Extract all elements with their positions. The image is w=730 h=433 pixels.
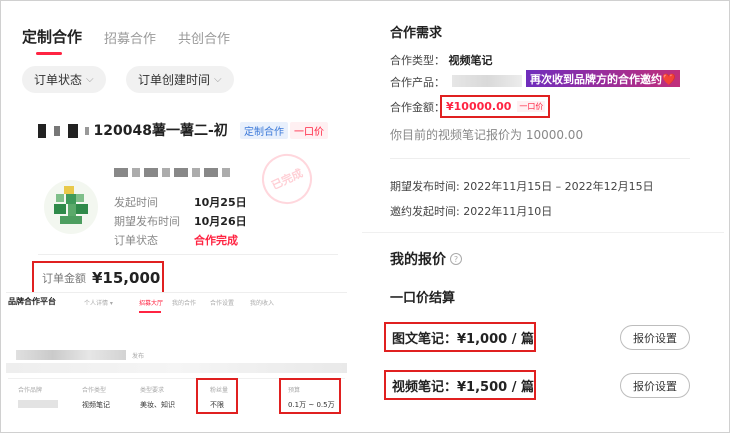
publish-time-label: 期望发布时间 bbox=[114, 215, 180, 228]
order-title: 120048薯一薯二-初 bbox=[38, 120, 228, 140]
order-amount-value: ¥15,000 bbox=[92, 268, 161, 287]
chevron-down-icon: ⌵ bbox=[86, 74, 94, 85]
video-note-price-settings-button[interactable]: 报价设置 bbox=[620, 373, 690, 398]
redaction-mark bbox=[84, 127, 89, 135]
active-nav-indicator bbox=[139, 311, 161, 313]
completed-stamp: 已完成 bbox=[253, 145, 321, 213]
image-note-price-settings-button[interactable]: 报价设置 bbox=[620, 325, 690, 350]
avatar-pixel bbox=[56, 194, 64, 202]
requirement-title: 合作需求 bbox=[390, 26, 443, 41]
col-brand-header: 合作品牌 bbox=[18, 387, 43, 394]
platform-title: 品牌合作平台 bbox=[8, 297, 56, 306]
video-note-label: 视频笔记： bbox=[392, 379, 458, 395]
fixed-price-tag: 一口价 bbox=[517, 101, 546, 112]
settlement-subtitle: 一口价结算 bbox=[390, 291, 456, 306]
image-note-price: ¥1,000 / 篇 bbox=[457, 331, 534, 347]
nav-personal-detail[interactable]: 个人详情 ▾ bbox=[84, 298, 113, 307]
divider bbox=[390, 158, 690, 159]
cooperation-amount-value: ¥10000.00 bbox=[446, 100, 512, 113]
order-panel: 定制合作 招募合作 共创合作 订单状态 ⌵ 订单创建时间 ⌵ 120048薯一薯… bbox=[6, 6, 347, 296]
col-type: 合作类型 视频笔记 bbox=[82, 385, 110, 410]
avatar-pixel bbox=[76, 194, 84, 202]
publish-time-value: 10月26日 bbox=[194, 215, 247, 228]
redaction-mark bbox=[38, 124, 46, 138]
cooperation-product-row: 合作产品： bbox=[390, 74, 445, 90]
fixed-price-badge: 一口价 bbox=[290, 122, 328, 139]
avatar-pixel bbox=[64, 186, 74, 194]
image-note-price-highlight: 图文笔记： ¥1,000 / 篇 bbox=[384, 322, 536, 352]
order-amount-label: 订单金额 bbox=[42, 271, 86, 285]
launch-time-value: 10月25日 bbox=[194, 196, 247, 209]
publish-time-row: 期望发布时间 10月26日 bbox=[114, 213, 247, 229]
avatar-pixel bbox=[66, 194, 76, 204]
nav-my-cooperation[interactable]: 我的合作 bbox=[172, 298, 196, 307]
cooperation-amount-label: 合作金额： bbox=[390, 101, 445, 114]
quote-panel: 我的报价 ? 一口价结算 图文笔记： ¥1,000 / 篇 报价设置 视频笔记：… bbox=[362, 232, 724, 425]
current-quote-note: 你目前的视频笔记报价为 10000.00 bbox=[390, 128, 584, 142]
followers-highlight bbox=[196, 378, 238, 414]
avatar-pixel bbox=[76, 204, 88, 214]
tab-recruit-cooperation[interactable]: 招募合作 bbox=[104, 28, 156, 47]
avatar-pixel bbox=[54, 204, 66, 214]
quote-title: 我的报价 ? bbox=[390, 249, 462, 269]
platform-screenshot: 品牌合作平台 个人详情 ▾ 招募大厅 我的合作 合作设置 我的收入 发布 合作品… bbox=[6, 292, 347, 425]
launch-time-label: 发起时间 bbox=[114, 196, 158, 209]
cooperation-amount-highlight: ¥10000.00 一口价 bbox=[440, 95, 550, 118]
cooperation-type-row: 合作类型： 视频笔记 bbox=[390, 52, 493, 68]
cooperation-product-label: 合作产品： bbox=[390, 76, 445, 89]
requirement-panel: 合作需求 合作类型： 视频笔记 合作产品： 再次收到品牌方的合作邀约❤️ 合作金… bbox=[362, 6, 724, 228]
col-brand-value bbox=[18, 400, 58, 408]
invite-annotation: 再次收到品牌方的合作邀约❤️ bbox=[526, 70, 680, 87]
col-requirement-header: 类型要求 bbox=[140, 387, 165, 394]
redaction-mark bbox=[67, 124, 78, 138]
nav-recruit-hall[interactable]: 招募大厅 bbox=[139, 298, 163, 307]
filter-label: 订单创建时间 bbox=[138, 73, 211, 87]
cooperation-type-value: 视频笔记 bbox=[448, 54, 493, 67]
brand-avatar bbox=[44, 180, 98, 234]
redacted-brand-name bbox=[114, 168, 234, 177]
col-type-value: 视频笔记 bbox=[82, 401, 110, 409]
cooperation-type-badge: 定制合作 bbox=[240, 122, 288, 139]
order-status-value: 合作完成 bbox=[194, 234, 238, 247]
redacted-text bbox=[6, 363, 347, 373]
invite-launch-time: 邀约发起时间: 2022年11月10日 bbox=[390, 205, 553, 218]
order-status-row: 订单状态 合作完成 bbox=[114, 232, 238, 248]
col-requirement-value: 美妆、知识 bbox=[140, 401, 175, 409]
order-status-label: 订单状态 bbox=[114, 234, 158, 247]
tab-custom-cooperation[interactable]: 定制合作 bbox=[22, 26, 82, 55]
order-title-text: 120048薯一薯二-初 bbox=[93, 123, 228, 139]
avatar-pixel bbox=[68, 204, 76, 216]
tab-co-create-cooperation[interactable]: 共创合作 bbox=[178, 28, 230, 47]
expected-publish-time: 期望发布时间: 2022年11月15日 – 2022年12月15日 bbox=[390, 180, 654, 193]
cooperation-amount-row: 合作金额： bbox=[390, 99, 445, 115]
col-type-header: 合作类型 bbox=[82, 387, 107, 394]
budget-highlight bbox=[279, 378, 341, 414]
video-note-price: ¥1,500 / 篇 bbox=[457, 379, 534, 395]
nav-cooperation-settings[interactable]: 合作设置 bbox=[210, 298, 234, 307]
help-question-icon[interactable]: ? bbox=[450, 253, 462, 265]
blurred-suffix: 发布 bbox=[132, 353, 145, 360]
redacted-text bbox=[16, 350, 126, 360]
redacted-product bbox=[452, 75, 522, 87]
nav-my-income[interactable]: 我的收入 bbox=[250, 298, 274, 307]
cooperation-type-label: 合作类型： bbox=[390, 54, 445, 67]
order-status-filter[interactable]: 订单状态 ⌵ bbox=[22, 66, 106, 93]
avatar-pixel bbox=[60, 216, 82, 224]
divider bbox=[38, 254, 338, 255]
order-amount-highlight: 订单金额 ¥15,000 bbox=[32, 261, 164, 294]
video-note-price-highlight: 视频笔记： ¥1,500 / 篇 bbox=[384, 370, 536, 400]
col-requirement: 类型要求 美妆、知识 bbox=[140, 385, 175, 410]
order-created-time-filter[interactable]: 订单创建时间 ⌵ bbox=[126, 66, 234, 93]
chevron-down-icon: ⌵ bbox=[214, 74, 222, 85]
redaction-mark bbox=[53, 126, 60, 136]
image-note-label: 图文笔记： bbox=[392, 331, 458, 347]
filter-label: 订单状态 bbox=[34, 73, 83, 87]
col-brand: 合作品牌 bbox=[18, 385, 58, 408]
quote-title-text: 我的报价 bbox=[390, 252, 446, 268]
order-tabs: 定制合作 招募合作 共创合作 bbox=[22, 26, 230, 55]
launch-time-row: 发起时间 10月25日 bbox=[114, 194, 247, 210]
